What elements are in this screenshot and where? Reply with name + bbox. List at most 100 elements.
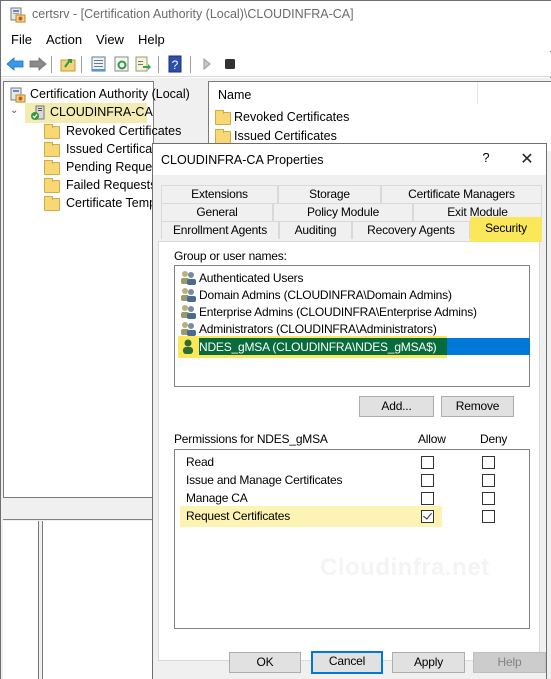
permission-name: Manage CA (186, 491, 248, 505)
apply-button[interactable]: Apply (392, 652, 465, 673)
allow-checkbox-checked[interactable] (421, 510, 434, 523)
dialog-title: CLOUDINFRA-CA Properties (161, 153, 324, 167)
tree-item-templates[interactable]: Certificate Templates (44, 195, 183, 213)
tree-item-issued[interactable]: Issued Certificates (44, 141, 169, 159)
help-icon[interactable]: ? (166, 55, 184, 73)
list-item[interactable]: Revoked Certificates (215, 109, 415, 127)
properties-icon[interactable] (90, 55, 108, 73)
permission-row-request-certificates: Request Certificates (176, 506, 551, 527)
tab-policy-module[interactable]: Policy Module (273, 203, 413, 221)
folder-icon (44, 142, 60, 157)
tab-extensions[interactable]: Extensions (161, 185, 278, 203)
list-item-label: Issued Certificates (234, 129, 337, 143)
watermark: Cloudinfra.net (320, 554, 490, 581)
user-row[interactable]: Administrators (CLOUDINFRA\Administrator… (178, 320, 530, 337)
menu-bar: File Action View Help (1, 29, 551, 51)
tab-certificate-managers[interactable]: Certificate Managers (381, 185, 542, 203)
toolbar-separator (81, 56, 82, 73)
menu-file[interactable]: File (11, 32, 32, 47)
list-header: Name (209, 82, 551, 108)
toolbar-separator (51, 56, 52, 73)
remove-button[interactable]: Remove (441, 396, 514, 417)
forward-icon[interactable] (29, 55, 47, 73)
tree-item-label: CLOUDINFRA-CA (50, 105, 153, 119)
permission-row: Read (176, 453, 551, 471)
svg-text:?: ? (172, 58, 179, 72)
tree-item-label: Revoked Certificates (66, 124, 182, 138)
stop-service-icon[interactable] (221, 55, 239, 73)
deny-checkbox[interactable] (482, 456, 495, 469)
lower-pane-left (3, 521, 39, 679)
permission-name: Issue and Manage Certificates (186, 473, 343, 487)
deny-column-label: Deny (480, 432, 508, 446)
export-list-icon[interactable] (134, 55, 152, 73)
group-icon (181, 288, 196, 302)
group-icon (181, 322, 196, 336)
menu-view[interactable]: View (96, 32, 124, 47)
tree-item-ca[interactable]: ⌄ CLOUDINFRA-CA (8, 103, 153, 123)
group-icon (181, 305, 196, 319)
allow-checkbox[interactable] (421, 456, 434, 469)
tab-enrollment-agents[interactable]: Enrollment Agents (161, 221, 279, 239)
start-service-icon[interactable] (198, 55, 216, 73)
permissions-label: Permissions for NDES_gMSA (174, 432, 328, 446)
user-list[interactable]: Authenticated Users Domain Admins (CLOUD… (174, 265, 530, 387)
cancel-button[interactable]: Cancel (311, 651, 383, 674)
help-icon[interactable]: ? (478, 150, 494, 170)
folder-icon (44, 178, 60, 193)
tab-storage[interactable]: Storage (278, 185, 381, 203)
status-strip (3, 498, 154, 520)
help-button: Help (473, 652, 546, 673)
chevron-down-icon[interactable]: ⌄ (10, 105, 18, 116)
user-row-selected[interactable]: NDES_gMSA (CLOUDINFRA\NDES_gMSA$) (178, 336, 530, 358)
user-row[interactable]: Domain Admins (CLOUDINFRA\Domain Admins) (178, 286, 530, 303)
deny-checkbox[interactable] (482, 474, 495, 487)
toolbar-separator (158, 56, 159, 73)
column-separator[interactable] (477, 82, 478, 104)
refresh-icon[interactable] (113, 55, 131, 73)
group-or-user-names-label: Group or user names: (174, 249, 287, 263)
allow-checkbox[interactable] (421, 474, 434, 487)
tree-item-failed[interactable]: Failed Requests (44, 177, 156, 195)
ca-properties-dialog: CLOUDINFRA-CA Properties ? ✕ Extensions … (152, 143, 547, 679)
tree-item-root[interactable]: Certification Authority (Local) (8, 86, 190, 104)
user-name: Authenticated Users (199, 271, 304, 285)
back-icon[interactable] (6, 55, 24, 73)
certsrv-icon (10, 87, 26, 103)
permission-name: Read (186, 455, 214, 469)
allow-column-label: Allow (418, 432, 446, 446)
tree-item-label: Failed Requests (66, 178, 157, 192)
add-button[interactable]: Add... (359, 396, 434, 417)
tree-item-pending[interactable]: Pending Requests (44, 159, 168, 177)
permission-name: Request Certificates (186, 509, 291, 523)
ok-button[interactable]: OK (229, 652, 301, 673)
tab-general[interactable]: General (161, 203, 273, 221)
tab-security[interactable]: Security (470, 217, 542, 242)
menu-help[interactable]: Help (138, 32, 165, 47)
user-name: Administrators (CLOUDINFRA\Administrator… (199, 322, 437, 336)
column-header-name[interactable]: Name (218, 88, 251, 102)
deny-checkbox[interactable] (482, 510, 495, 523)
user-row[interactable]: Enterprise Admins (CLOUDINFRA\Enterprise… (178, 303, 530, 320)
toolbar-separator (190, 56, 191, 73)
menu-action[interactable]: Action (46, 32, 82, 47)
user-name: NDES_gMSA (CLOUDINFRA\NDES_gMSA$) (199, 340, 437, 354)
tab-recovery-agents[interactable]: Recovery Agents (352, 221, 470, 239)
permission-row: Issue and Manage Certificates (176, 471, 551, 489)
toolbar: ? (1, 52, 551, 77)
deny-checkbox[interactable] (482, 492, 495, 505)
allow-checkbox[interactable] (421, 492, 434, 505)
dialog-titlebar: CLOUDINFRA-CA Properties ? ✕ (153, 144, 546, 175)
list-item-label: Revoked Certificates (234, 110, 350, 124)
window-titlebar: certsrv - [Certification Authority (Loca… (1, 1, 551, 29)
permission-row: Manage CA (176, 489, 551, 507)
user-icon (183, 339, 193, 354)
group-icon (181, 271, 196, 285)
close-icon[interactable]: ✕ (515, 149, 539, 171)
tab-auditing[interactable]: Auditing (279, 221, 352, 239)
folder-icon (44, 196, 60, 211)
tree-item-revoked[interactable]: Revoked Certificates (44, 123, 181, 141)
up-folder-icon[interactable] (59, 55, 77, 73)
user-row[interactable]: Authenticated Users (178, 269, 530, 286)
user-name: Enterprise Admins (CLOUDINFRA\Enterprise… (199, 305, 477, 319)
